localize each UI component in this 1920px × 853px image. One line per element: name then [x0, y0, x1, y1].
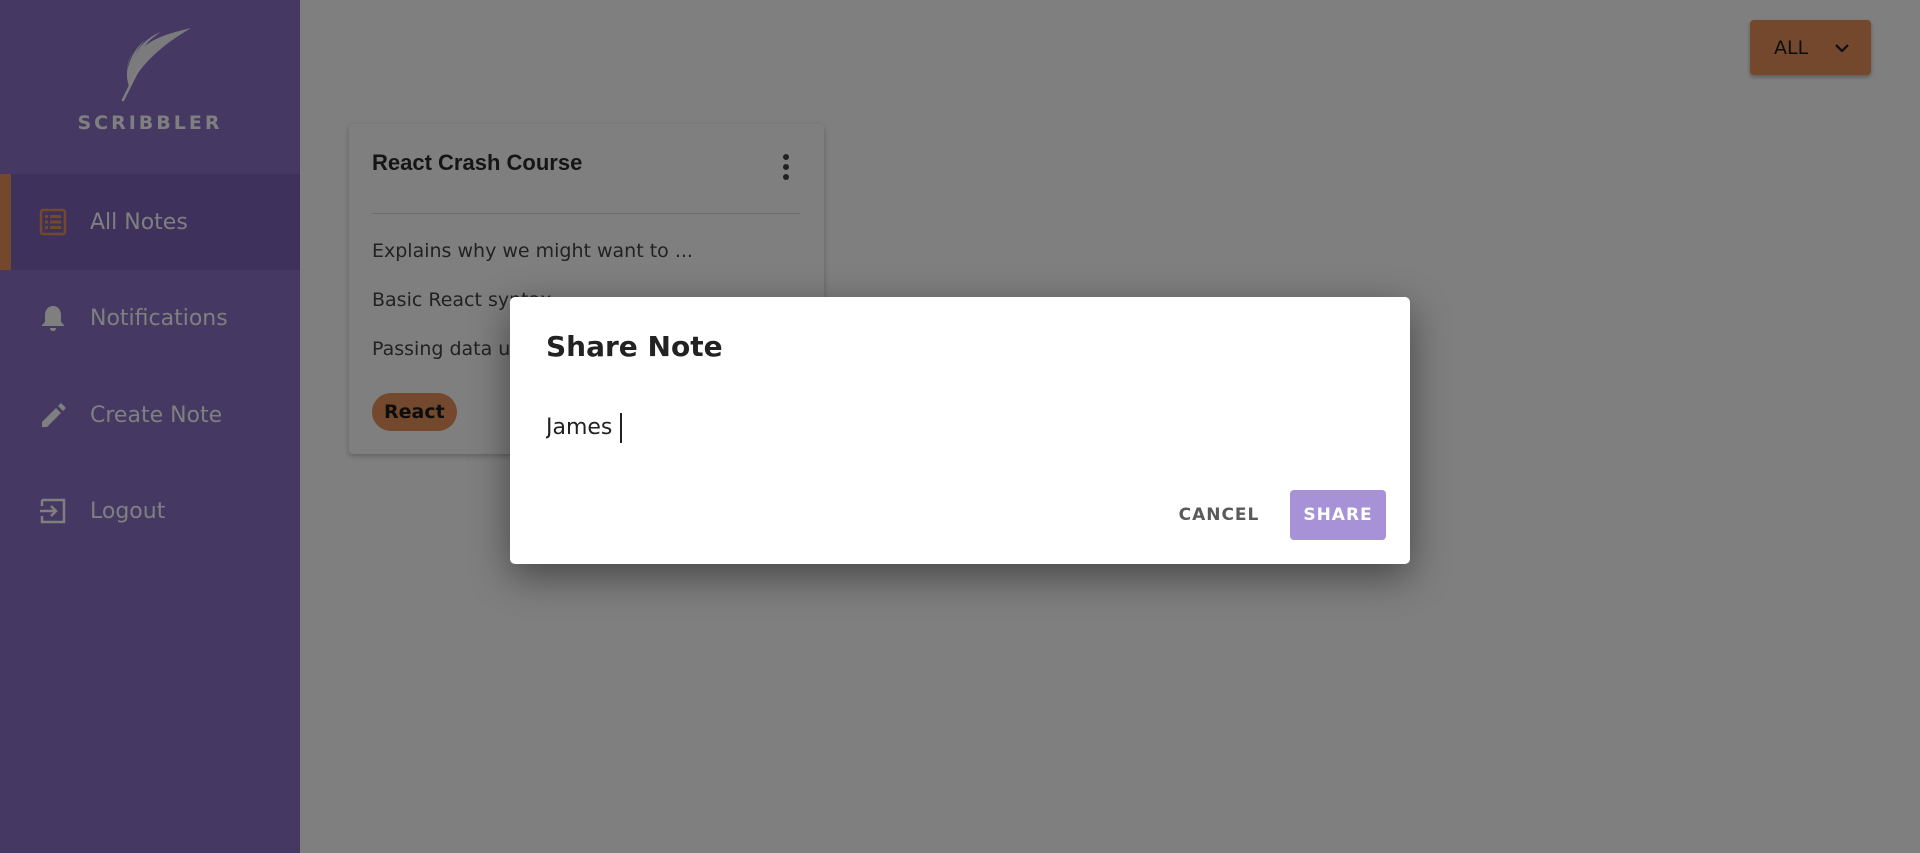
cancel-button[interactable]: CANCEL	[1170, 490, 1268, 540]
share-dialog: Share Note CANCEL SHARE	[510, 297, 1410, 564]
dialog-title: Share Note	[546, 330, 723, 363]
text-caret	[620, 413, 622, 443]
share-recipient-input[interactable]	[546, 409, 1366, 445]
share-button[interactable]: SHARE	[1290, 490, 1386, 540]
